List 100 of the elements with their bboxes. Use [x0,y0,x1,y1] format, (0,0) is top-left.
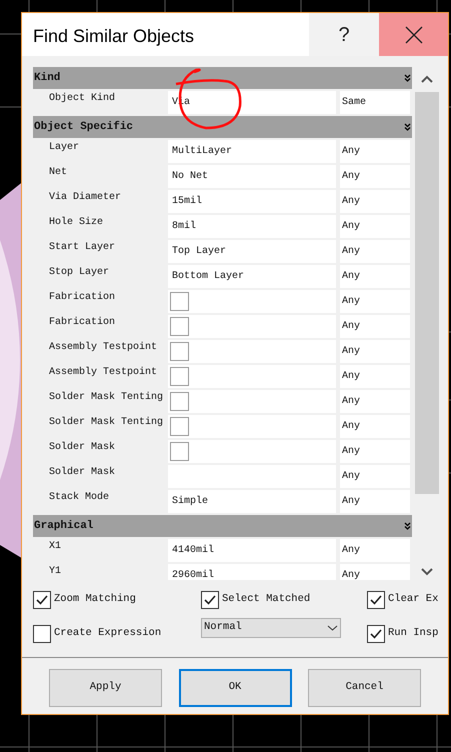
match-field[interactable]: Any [340,539,410,562]
checkmark-icon [370,595,382,605]
value-field[interactable] [168,390,336,413]
property-label: Solder Mask [49,467,116,478]
match-text: Any [342,495,360,509]
match-field[interactable]: Any [340,465,410,488]
property-label: Layer [49,142,80,153]
value-text: 4140mil [171,544,214,558]
value-text: No Net [171,170,208,184]
collapse-icon[interactable] [404,522,411,530]
match-field[interactable]: Any [340,290,410,313]
value-text: 15mil [171,194,202,209]
checkmark-icon [370,629,382,639]
mode-dropdown[interactable]: Normal [201,618,341,638]
value-field[interactable]: MultiLayer [168,140,336,163]
match-field[interactable]: Any [340,240,410,263]
scroll-up-icon[interactable] [420,75,432,83]
match-text: Any [342,195,360,209]
checkbox[interactable] [170,292,189,311]
checkbox[interactable] [367,625,385,643]
dialog-button[interactable]: Apply [49,669,162,707]
help-button[interactable]: ? [309,13,379,56]
option-label: Zoom Matching [54,592,136,608]
value-field[interactable] [168,340,336,363]
match-field[interactable]: Any [340,165,410,188]
close-icon [404,26,422,44]
checkbox[interactable] [170,367,189,386]
match-text: Same [342,96,366,110]
match-field[interactable]: Any [340,365,410,388]
checkbox[interactable] [170,392,189,411]
match-field[interactable]: Any [340,265,410,288]
match-text: Any [342,544,360,558]
value-field[interactable] [168,290,336,313]
match-text: Any [342,270,360,284]
match-text: Any [342,220,360,234]
dropdown-value: Normal [204,620,242,636]
match-text: Any [342,445,360,459]
match-text: Any [342,245,360,259]
property-label: Stop Layer [49,267,110,278]
collapse-icon[interactable] [404,74,411,82]
value-text: MultiLayer [171,144,232,159]
value-text: Top Layer [171,245,226,259]
match-field[interactable]: Any [340,440,410,463]
value-field[interactable] [168,365,336,388]
value-text: Simple [171,494,208,509]
value-field[interactable]: No Net [168,165,336,188]
checkbox[interactable] [33,625,51,643]
match-field[interactable]: Any [340,190,410,213]
match-field[interactable]: Any [340,315,410,338]
close-button[interactable] [379,13,448,56]
match-field[interactable]: Any [340,490,410,513]
value-field[interactable]: Top Layer [168,240,336,263]
section-header[interactable]: Object Specific [33,116,412,138]
scrollbar-thumb[interactable] [414,92,438,494]
checkbox[interactable] [201,591,219,609]
value-field[interactable] [168,440,336,463]
match-field[interactable]: Any [340,390,410,413]
match-field[interactable]: Any [340,215,410,238]
window-title: Find Similar Objects [32,25,196,48]
value-field[interactable]: 4140mil [168,539,336,562]
checkbox[interactable] [170,442,189,461]
collapse-icon[interactable] [404,123,411,131]
section-header[interactable]: Graphical [33,515,412,537]
match-field[interactable]: Any [340,140,410,163]
property-label: X1 [49,541,62,552]
dialog-button[interactable]: Cancel [308,669,421,707]
property-label: Hole Size [49,217,104,228]
checkbox[interactable] [33,591,51,609]
property-label: Solder Mask [49,442,116,453]
value-field[interactable]: 2960mil [168,564,336,580]
property-label: Assembly Testpoint [49,367,158,378]
checkmark-icon [204,595,216,605]
scroll-down-icon[interactable] [420,568,432,576]
checkbox[interactable] [367,591,385,609]
checkbox[interactable] [170,417,189,436]
property-label: Fabrication [49,292,116,303]
section-title: Kind [34,70,60,86]
checkbox[interactable] [170,342,189,361]
match-field[interactable]: Same [340,91,410,114]
match-field[interactable]: Any [340,415,410,438]
match-text: Any [342,569,360,580]
property-label: Via Diameter [49,192,122,203]
section-header[interactable]: Kind [33,67,412,89]
value-field[interactable] [168,315,336,338]
match-field[interactable]: Any [340,564,410,580]
match-text: Any [342,170,360,184]
match-text: Any [342,145,360,159]
value-field[interactable]: Bottom Layer [168,265,336,288]
match-text: Any [342,320,360,334]
value-field[interactable]: 8mil [168,215,336,238]
value-field[interactable] [168,415,336,438]
property-label: Stack Mode [49,492,110,503]
match-field[interactable]: Any [340,340,410,363]
dialog-button[interactable]: OK [178,669,292,707]
section-title: Graphical [34,518,94,534]
value-field[interactable]: 15mil [168,190,336,213]
chevron-down-icon [327,625,338,631]
property-label: Solder Mask Tenting [49,417,164,428]
value-field[interactable]: Simple [168,490,336,513]
checkbox[interactable] [170,317,189,336]
